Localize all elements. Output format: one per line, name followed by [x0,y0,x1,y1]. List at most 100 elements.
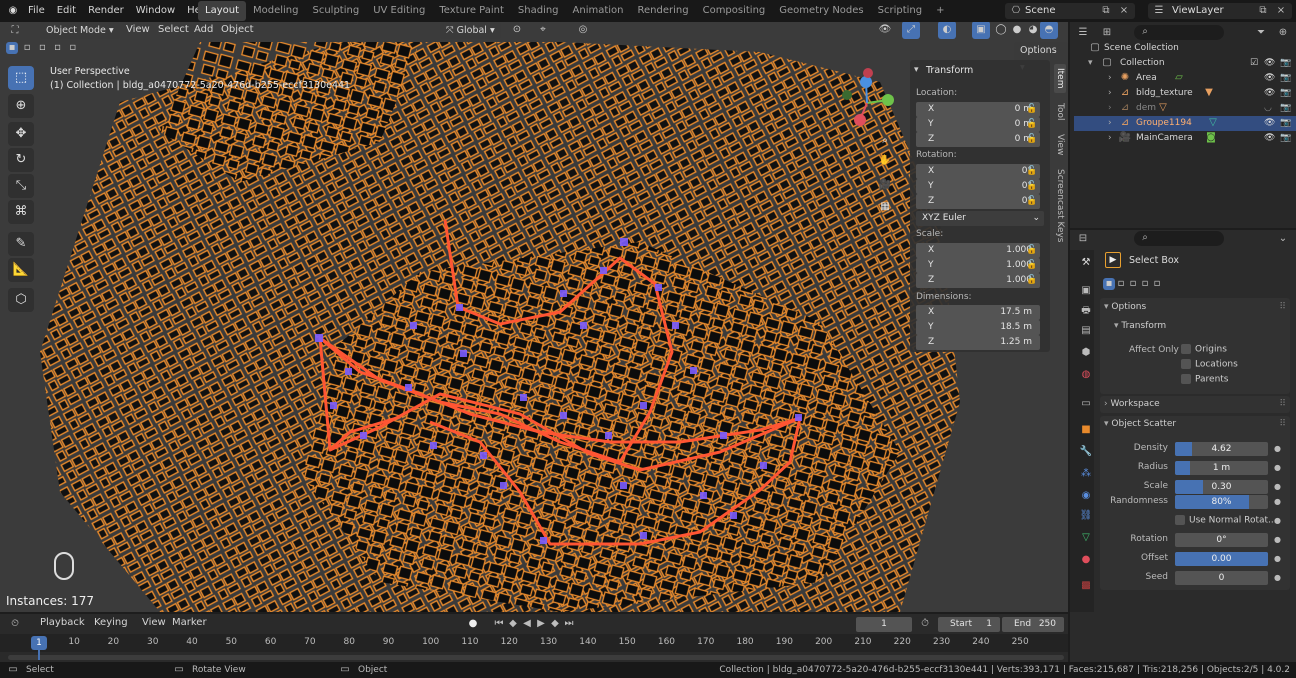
texture-properties-icon[interactable]: ▩ [1078,578,1094,594]
camera-render-icon[interactable]: 📷 [1280,131,1291,146]
eye-icon[interactable]: 👁 [1264,86,1275,101]
radius-slider[interactable]: 1 m [1175,461,1268,475]
shading-rendered-icon[interactable]: ◓ [1040,22,1058,39]
lock-icon[interactable]: 🔓 [1026,275,1037,285]
tab-animation[interactable]: Animation [566,1,631,21]
navigation-gizmo[interactable] [832,68,902,138]
eye-icon[interactable]: 👁 [1264,131,1275,146]
select-extend-icon[interactable]: ▫ [1115,278,1127,290]
3d-viewport[interactable]: ⛶ Object Mode ▾ View Select Add Object ⤧… [0,22,1068,612]
tool-select-box[interactable]: ⬚ [8,66,34,90]
eye-icon[interactable]: 👁 [1264,56,1275,71]
particles-icon[interactable]: ⁂ [1078,466,1094,482]
mode-dropdown[interactable]: Object Mode ▾ [40,22,120,39]
tab-geometry-nodes[interactable]: Geometry Nodes [772,1,870,21]
parents-checkbox[interactable]: Parents [1181,374,1229,385]
outliner-search-input[interactable]: ⌕ [1134,25,1224,40]
rotation-y-field[interactable]: Y 0° [916,179,1040,194]
display-mode-icon[interactable]: ⊞ [1100,26,1114,40]
side-tab-item[interactable]: Item [1054,64,1066,93]
outliner-row-area[interactable]: › ✺ Area ▱ 👁 📷 [1074,71,1296,86]
gizmo-icon[interactable]: ⤢ [902,22,920,39]
timeline-menu-marker[interactable]: Marker [166,612,213,634]
lock-icon[interactable]: 🔓 [1026,134,1037,144]
outliner-row-maincamera[interactable]: › 🎥 MainCamera ◙ 👁 📷 [1074,131,1296,146]
eye-hidden-icon[interactable]: ◡ [1264,101,1272,116]
randomness-slider[interactable]: 80% [1175,495,1268,509]
select-subtract-icon[interactable]: ▫ [36,42,48,54]
blender-logo-icon[interactable]: ◉ [6,4,20,18]
transform-subpanel-header[interactable]: ▾ Transform [1114,318,1296,335]
object-scatter-panel-header[interactable]: ▾ Object Scatter ⠿ [1100,416,1290,433]
lock-icon[interactable]: 🔓 [1026,245,1037,255]
proportional-edit-icon[interactable]: ◎ [574,22,592,39]
editor-type-icon[interactable]: ⛶ [8,24,22,38]
select-new-icon[interactable]: ▪ [1103,278,1115,290]
collection-properties-icon[interactable]: ▭ [1078,396,1094,412]
material-properties-icon[interactable]: ● [1078,552,1094,568]
record-icon[interactable]: ● [466,617,480,631]
view-layer-selector[interactable]: ☰ ViewLayer ⧉ × [1148,3,1292,19]
select-intersect-icon[interactable]: ▫ [67,42,79,54]
scale-z-field[interactable]: Z 1.000 [916,273,1040,288]
side-tab-view[interactable]: View [1054,130,1066,159]
copy-icon[interactable]: ⧉ [1256,4,1270,18]
tab-texture-paint[interactable]: Texture Paint [432,1,511,21]
select-invert-icon[interactable]: ▫ [1139,278,1151,290]
lock-icon[interactable]: 🔓 [1026,260,1037,270]
tool-add-cube[interactable]: ⬡ [8,288,34,312]
constraints-icon[interactable]: ⛓ [1078,508,1094,524]
tool-move[interactable]: ✥ [8,122,34,146]
scale-y-field[interactable]: Y 1.000 [916,258,1040,273]
dimensions-x-field[interactable]: X 17.5 m [916,305,1040,320]
menu-file[interactable]: File [22,0,51,22]
locations-checkbox[interactable]: Locations [1181,359,1238,370]
workspace-panel-header[interactable]: › Workspace ⠿ [1100,396,1290,413]
lock-icon[interactable]: 🔓 [1026,119,1037,129]
output-properties-icon[interactable]: 🖶 [1078,303,1094,319]
location-z-field[interactable]: Z0 m [916,132,1040,147]
world-properties-icon[interactable]: ◍ [1078,367,1094,383]
menu-window[interactable]: Window [130,0,181,22]
camera-render-icon[interactable]: 📷 [1280,116,1291,131]
seed-field[interactable]: 0 [1175,571,1268,585]
side-tab-screencast-keys[interactable]: Screencast Keys [1054,165,1066,247]
select-new-icon[interactable]: ▪ [6,42,18,54]
play-reverse-icon[interactable]: ◀ [520,617,534,631]
timeline-scrollbar[interactable] [8,655,1064,660]
camera-render-icon[interactable]: 📷 [1280,86,1291,101]
expand-icon[interactable]: ▾ [1088,56,1093,71]
options-panel-header[interactable]: ▾ Options ⠿ [1100,299,1290,316]
transform-orientation-dropdown[interactable]: ⤧ Global ▾ [440,22,501,39]
pan-hand-icon[interactable]: ✋ [878,154,892,168]
scene-selector[interactable]: ⎔ Scene ⧉ × [1005,3,1135,19]
offset-field[interactable]: 0.00 [1175,552,1268,566]
editor-type-icon[interactable]: ⊟ [1076,232,1090,246]
rotation-z-field[interactable]: Z 0° [916,194,1040,209]
checkbox-icon[interactable]: ☑ [1250,56,1258,71]
editor-type-icon[interactable]: ⏲ [8,617,22,631]
timeline-menu-keying[interactable]: Keying [88,612,134,634]
add-workspace-button[interactable]: + [929,1,951,21]
select-extend-icon[interactable]: ▫ [21,42,33,54]
tab-uv-editing[interactable]: UV Editing [366,1,432,21]
tool-transform[interactable]: ⌘ [8,200,34,224]
select-subtract-icon[interactable]: ▫ [1127,278,1139,290]
chevron-down-icon[interactable]: ⌄ [1276,232,1290,246]
tool-annotate[interactable]: ✎ [8,232,34,256]
data-icon[interactable]: ▽ [1078,530,1094,546]
camera-render-icon[interactable]: 📷 [1280,56,1291,71]
tab-rendering[interactable]: Rendering [631,1,696,21]
side-tab-tool[interactable]: Tool [1054,99,1066,124]
lock-icon[interactable]: 🔓 [1026,181,1037,191]
play-icon[interactable]: ▶ [534,617,548,631]
pivot-icon[interactable]: ⊙ [508,22,526,39]
lock-icon[interactable]: 🔓 [1026,166,1037,176]
rotation-mode-dropdown[interactable]: XYZ Euler ⌄ [916,211,1044,226]
editor-type-icon[interactable]: ☰ [1076,26,1090,40]
location-y-field[interactable]: Y0 m [916,117,1040,132]
rotation-x-field[interactable]: X 0° [916,164,1040,179]
camera-view-icon[interactable]: 🎥 [878,178,892,192]
modifier-icon[interactable]: 🔧 [1078,444,1094,460]
collapse-arrow-icon[interactable]: ▾ [914,65,919,75]
